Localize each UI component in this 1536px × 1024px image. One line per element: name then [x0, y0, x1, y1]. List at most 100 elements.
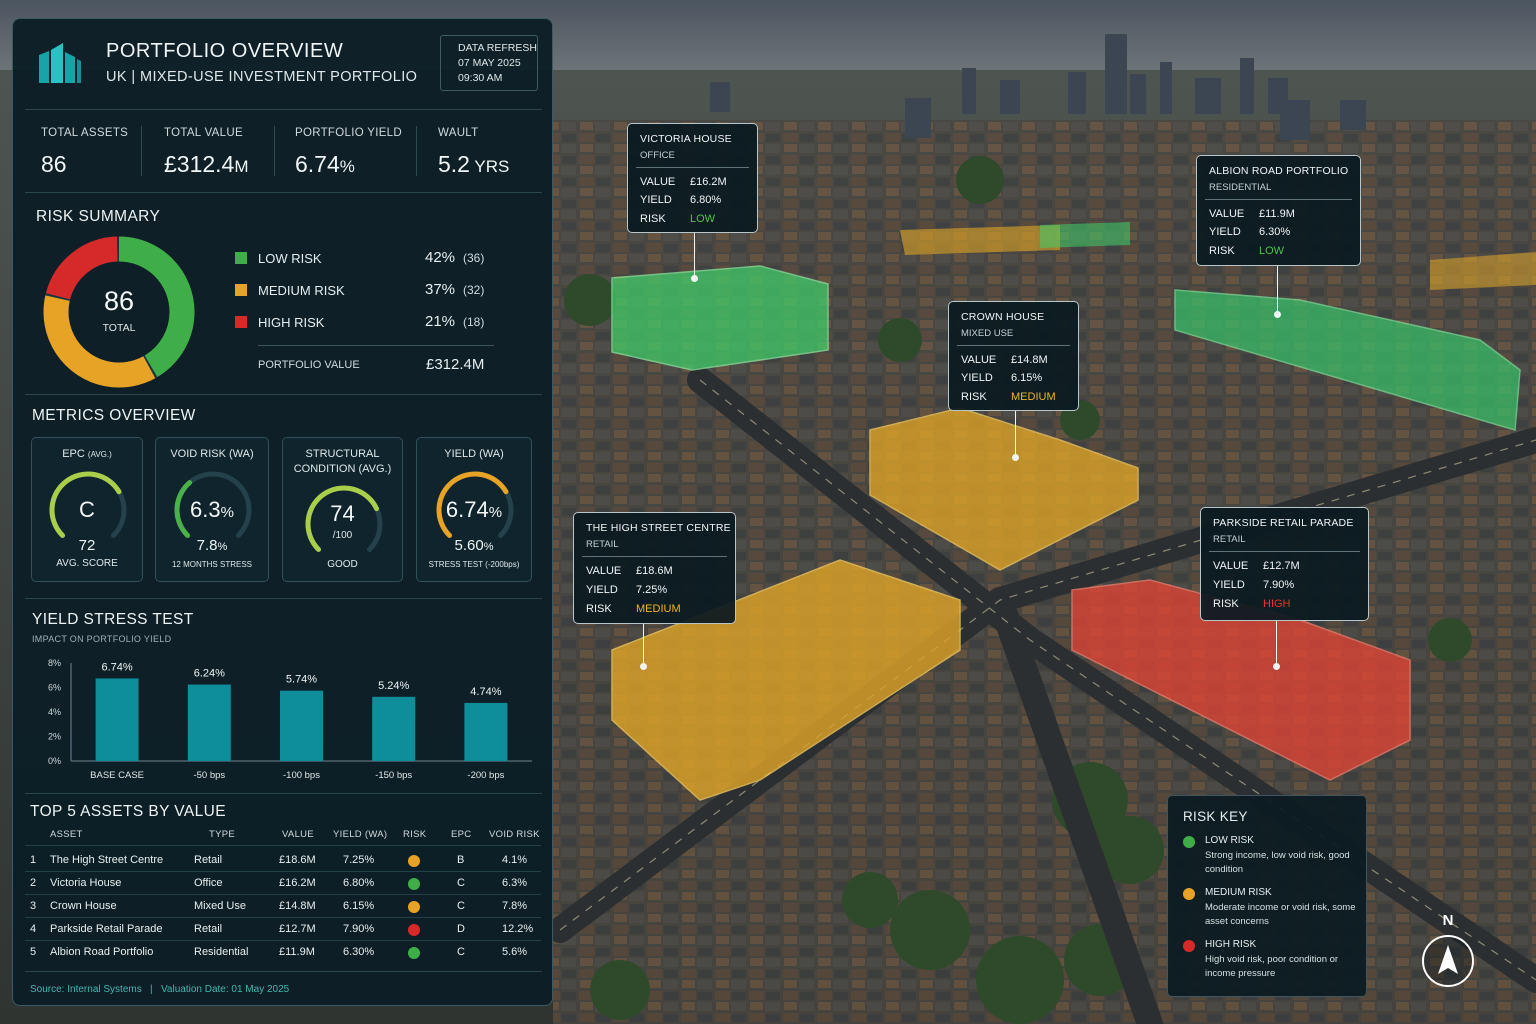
cell-asset: Victoria House — [50, 877, 122, 889]
metric-main-value: C — [79, 497, 95, 522]
metric-title: STRUCTURAL CONDITION (AVG.) — [293, 448, 392, 475]
cell-asset: Crown House — [50, 900, 117, 912]
divider — [141, 126, 142, 176]
bar — [464, 702, 508, 761]
table-row[interactable]: 3 Crown House Mixed Use £14.8M 6.15% C 7.8% — [25, 895, 541, 918]
callout-parkside-retail-parade[interactable]: PARKSIDE RETAIL PARADE RETAIL VALUE £12.7… — [1200, 507, 1369, 621]
low-risk-dot-icon — [1183, 836, 1195, 848]
divider — [25, 394, 542, 395]
high-risk-dot-icon — [1183, 940, 1195, 952]
portfolio-logo-icon — [39, 43, 81, 83]
x-tick-label: -150 bps — [375, 770, 412, 781]
victoria-house-building — [611, 265, 829, 371]
metric-title: YIELD (WA) — [444, 448, 504, 460]
cell-rank: 4 — [30, 923, 37, 935]
metrics-overview-title: METRICS OVERVIEW — [32, 407, 196, 424]
kpi-value: £312.4M — [164, 151, 249, 177]
cell-void: 4.1% — [502, 854, 528, 866]
col-type: TYPE — [209, 829, 236, 840]
y-tick-label: 2% — [48, 732, 61, 742]
portfolio-panel: PORTFOLIO OVERVIEW UK | MIXED-USE INVEST… — [12, 18, 553, 1006]
cell-asset: The High Street Centre — [50, 854, 164, 866]
callout-pin — [1012, 454, 1019, 461]
metric-main-value: 6.3% — [190, 497, 234, 522]
y-tick-label: 0% — [48, 756, 61, 766]
callout-victoria-house[interactable]: VICTORIA HOUSE OFFICE VALUE £16.2M YIELD 6… — [627, 123, 758, 233]
yield-stress-bar-chart: 0% 2% 4% 6% 8% 6.74% BASE CASE 6.24% -50 bps 5.74… — [48, 658, 532, 781]
metric-caption: AVG. SCORE — [56, 558, 118, 569]
metric-main-value: 74 — [330, 501, 355, 526]
x-tick-label: -50 bps — [193, 770, 225, 781]
bar-data-label: 6.24% — [194, 668, 225, 680]
callout-pin — [1274, 311, 1281, 318]
kpi-portfolio-yield: PORTFOLIO YIELD 6.74% — [295, 127, 402, 178]
col-void-risk: VOID RISK — [489, 829, 540, 840]
divider — [25, 793, 542, 794]
cell-epc: B — [457, 854, 465, 866]
callout-leader — [1015, 411, 1016, 457]
table-row[interactable]: 2 Victoria House Office £16.2M 6.80% C 6.3% — [25, 872, 541, 895]
compass: N — [1420, 912, 1476, 990]
medium-risk-swatch — [235, 284, 247, 296]
x-tick-label: BASE CASE — [90, 770, 144, 781]
cell-value: £14.8M — [279, 900, 316, 912]
bar-data-label: 5.74% — [286, 674, 317, 686]
callout-albion-road-portfolio[interactable]: ALBION ROAD PORTFOLIO RESIDENTIAL VALUE £… — [1196, 155, 1361, 266]
cell-epc: C — [457, 877, 465, 889]
kpi-label: WAULT — [438, 127, 479, 139]
col-asset: ASSET — [50, 829, 83, 840]
bar — [280, 690, 323, 761]
yield-stress-subtitle: IMPACT ON PORTFOLIO YIELD — [32, 634, 172, 644]
kpi-value: 6.74% — [295, 151, 355, 177]
callout-leader — [694, 232, 695, 278]
cell-epc: D — [457, 923, 465, 935]
cell-yield: 6.30% — [343, 946, 375, 958]
cell-value: £16.2M — [279, 877, 316, 889]
cell-rank: 1 — [30, 854, 37, 866]
kpi-value: 86 — [41, 151, 67, 177]
kpi-wault: WAULT 5.2 YRS — [438, 127, 509, 178]
y-tick-label: 8% — [48, 658, 61, 668]
table-row[interactable]: 4 Parkside Retail Parade Retail £12.7M 7.90%… — [25, 918, 541, 941]
divider — [258, 345, 494, 346]
cell-rank: 5 — [30, 946, 37, 958]
low-risk-swatch — [235, 252, 247, 264]
callout-high-street-centre[interactable]: THE HIGH STREET CENTRE RETAIL VALUE £18.6… — [573, 512, 736, 624]
callout-crown-house[interactable]: CROWN HOUSE MIXED USE VALUE £14.8M YIELD 6… — [948, 301, 1079, 411]
divider — [416, 126, 417, 176]
col-yield: YIELD (WA) — [333, 829, 388, 840]
cell-void: 5.6% — [502, 946, 528, 958]
cell-yield: 7.25% — [343, 854, 375, 866]
refresh-label: DATA REFRESH — [458, 42, 537, 54]
metric-caption: GOOD — [327, 559, 358, 570]
bar-data-label: 6.74% — [101, 661, 132, 673]
cell-value: £11.9M — [279, 946, 315, 958]
north-arrow-icon — [1422, 935, 1474, 987]
metric-card-structural-condition: STRUCTURAL CONDITION (AVG.) 74 /100 GOOD — [282, 437, 403, 582]
risk-dot-icon — [408, 855, 420, 867]
metric-card-yield: YIELD (WA) 6.74% 5.60% STRESS TEST (-200… — [416, 437, 532, 582]
risk-legend-medium: MEDIUM RISK 37% (32) — [235, 281, 489, 300]
cell-rank: 3 — [30, 900, 37, 912]
cell-epc: C — [457, 946, 465, 958]
callout-leader — [643, 624, 644, 666]
bar — [187, 684, 231, 761]
cell-type: Retail — [194, 854, 223, 866]
kpi-label: TOTAL VALUE — [164, 127, 243, 139]
cell-asset: Parkside Retail Parade — [50, 923, 163, 935]
risk-dot-icon — [408, 924, 420, 936]
metric-caption: 12 MONTHS STRESS — [171, 560, 252, 569]
table-row[interactable]: 1 The High Street Centre Retail £18.6M 7.25%… — [25, 849, 541, 872]
risk-dot-icon — [408, 947, 420, 959]
cell-type: Mixed Use — [194, 900, 246, 912]
bar-data-label: 5.24% — [378, 680, 409, 692]
cell-void: 12.2% — [502, 923, 534, 935]
cell-asset: Albion Road Portfolio — [50, 946, 154, 958]
refresh-time: 09:30 AM — [458, 72, 503, 84]
kpi-total-assets: TOTAL ASSETS 86 — [41, 127, 128, 178]
divider — [25, 598, 542, 599]
table-row[interactable]: 5 Albion Road Portfolio Residential £11.9M 6… — [25, 941, 541, 964]
cell-epc: C — [457, 900, 465, 912]
kpi-total-value: TOTAL VALUE £312.4M — [164, 127, 249, 178]
kpi-label: TOTAL ASSETS — [41, 127, 129, 139]
